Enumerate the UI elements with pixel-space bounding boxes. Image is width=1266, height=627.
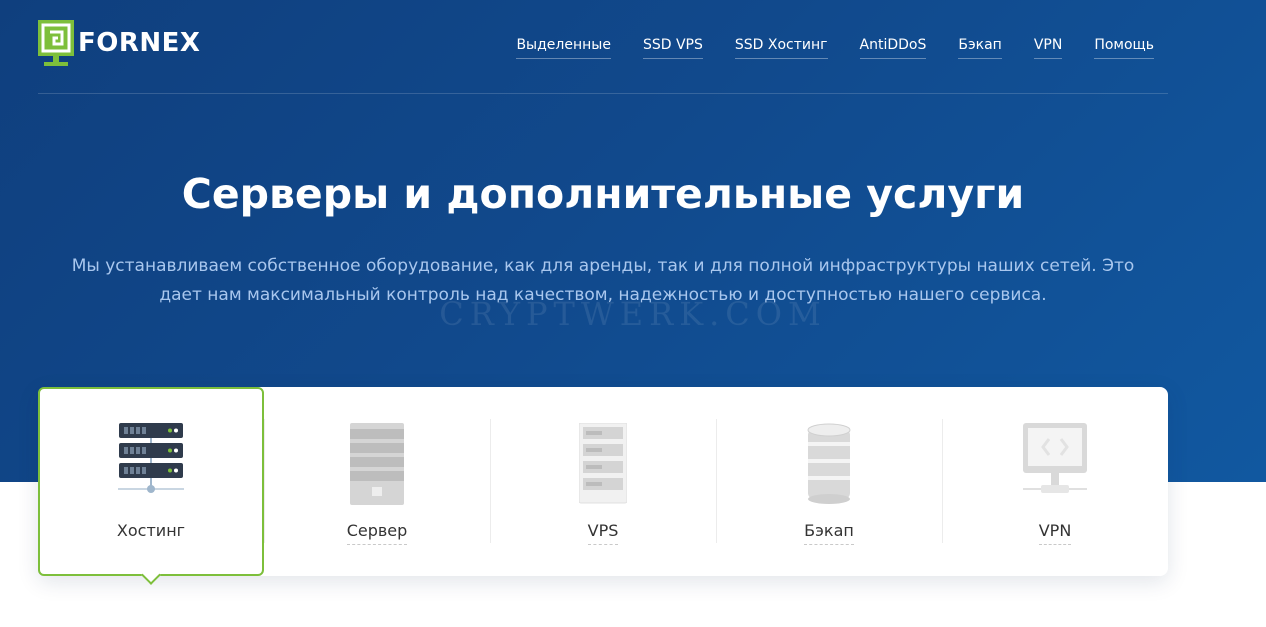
site-header: FORNEX Выделенные SSD VPS SSD Хостинг An… <box>38 0 1168 94</box>
nav-item-backup[interactable]: Бэкап <box>958 36 1002 59</box>
server-tower-icon <box>350 423 404 505</box>
service-tab-vpn[interactable]: VPN <box>942 387 1168 576</box>
hosting-server-stack-icon <box>118 423 184 493</box>
logo[interactable]: FORNEX <box>38 20 200 66</box>
fornex-logo-icon <box>38 20 74 66</box>
vpn-monitor-icon <box>1023 423 1087 493</box>
service-tab-vps[interactable]: VPS <box>490 387 716 576</box>
page-title: Серверы и дополнительные услуги <box>181 170 1025 218</box>
subtitle-line-1: Мы устанавливаем собственное оборудовани… <box>71 256 1135 276</box>
nav-item-ssd-vps[interactable]: SSD VPS <box>642 36 703 59</box>
service-tab-server[interactable]: Сервер <box>264 387 490 576</box>
service-tab-hosting[interactable]: Хостинг <box>38 387 264 576</box>
nav-item-dedicated[interactable]: Выделенные <box>516 36 611 59</box>
service-tab-backup[interactable]: Бэкап <box>716 387 942 576</box>
service-label-vps: VPS <box>587 520 619 545</box>
nav-item-ssd-hosting[interactable]: SSD Хостинг <box>734 36 828 59</box>
nav-item-antiddos[interactable]: AntiDDoS <box>859 36 927 59</box>
backup-database-icon <box>807 423 851 504</box>
service-label-backup: Бэкап <box>804 520 854 545</box>
nav-item-vpn[interactable]: VPN <box>1033 36 1063 59</box>
main-nav: Выделенные SSD VPS SSD Хостинг AntiDDoS … <box>516 36 1154 59</box>
nav-item-help[interactable]: Помощь <box>1094 36 1154 59</box>
service-label-hosting: Хостинг <box>116 521 186 540</box>
vps-rack-icon <box>579 423 627 504</box>
service-tabs: Хостинг Сервер VPS Бэкап VPN <box>38 387 1168 576</box>
logo-text: FORNEX <box>78 28 201 58</box>
watermark-text: CRYPTWERK.COM <box>439 295 827 333</box>
service-label-server: Сервер <box>346 520 408 545</box>
service-label-vpn: VPN <box>1038 520 1072 545</box>
